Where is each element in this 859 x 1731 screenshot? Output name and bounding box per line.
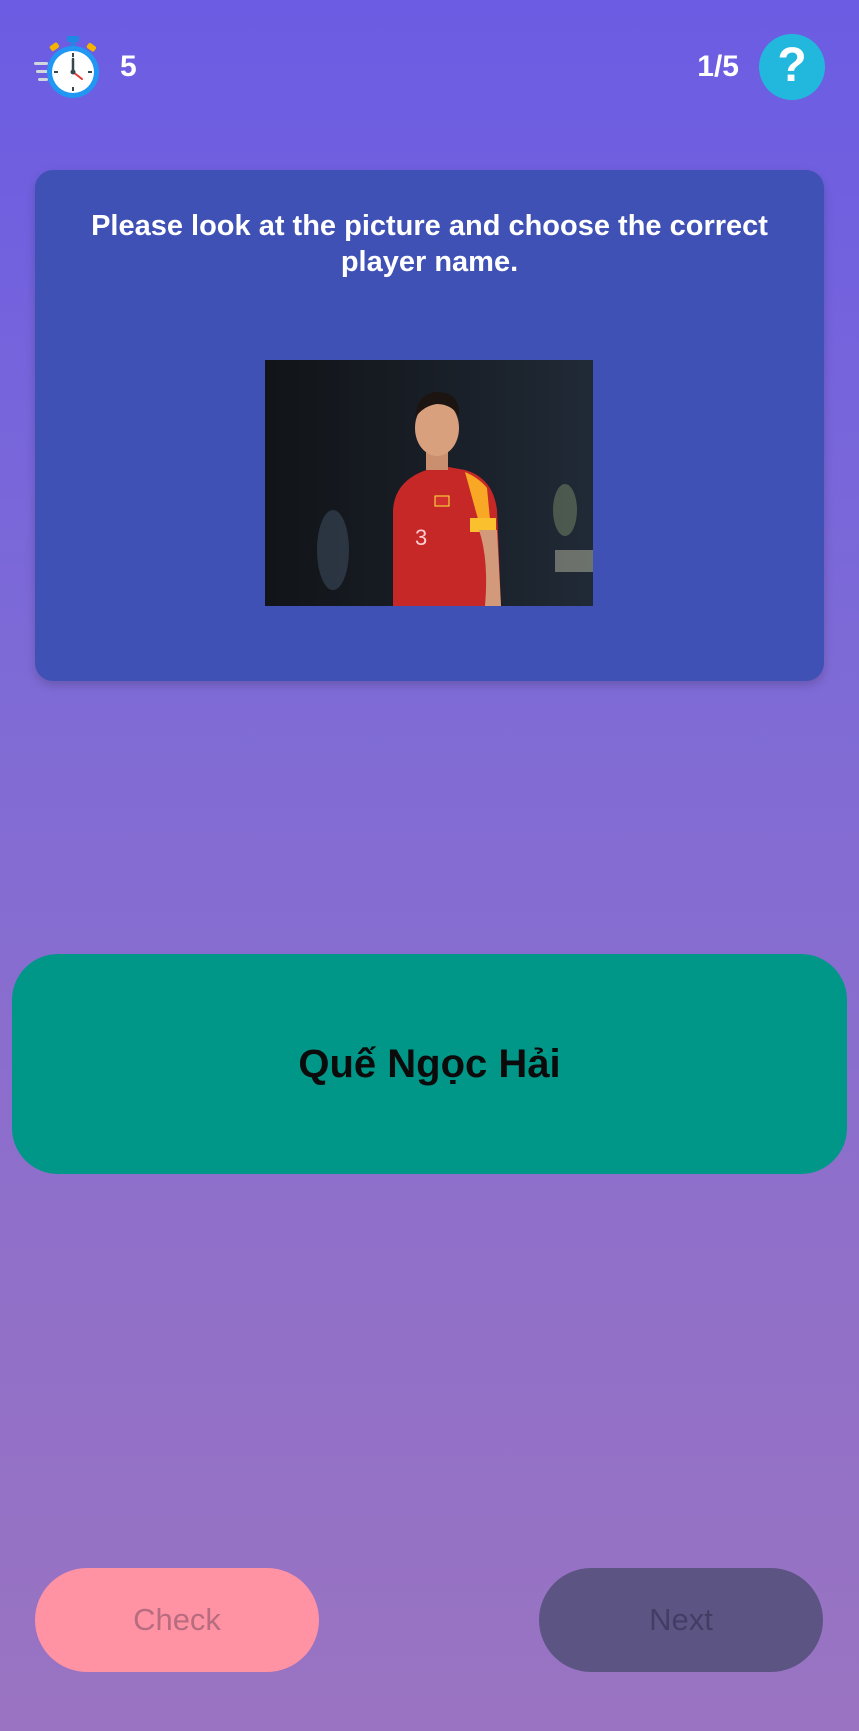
next-button[interactable]: Next — [539, 1568, 823, 1672]
question-card: Please look at the picture and choose th… — [35, 170, 824, 681]
svg-text:3: 3 — [415, 525, 427, 550]
check-button[interactable]: Check — [35, 1568, 319, 1672]
answer-option[interactable]: Quế Ngọc Hải — [12, 954, 847, 1174]
player-photo-icon: 3 — [265, 360, 593, 606]
help-button[interactable]: ? — [759, 34, 825, 100]
timer: 5 — [34, 34, 137, 100]
answer-option-label: Quế Ngọc Hải — [298, 1041, 561, 1086]
question-prompt: Please look at the picture and choose th… — [91, 210, 768, 278]
question-progress: 1/5 — [697, 50, 739, 83]
top-bar: 5 1/5 ? — [0, 0, 859, 140]
stopwatch-icon — [34, 36, 99, 98]
question-mark-icon: ? — [777, 39, 807, 92]
player-photo: 3 — [265, 360, 593, 606]
timer-value: 5 — [120, 50, 137, 83]
